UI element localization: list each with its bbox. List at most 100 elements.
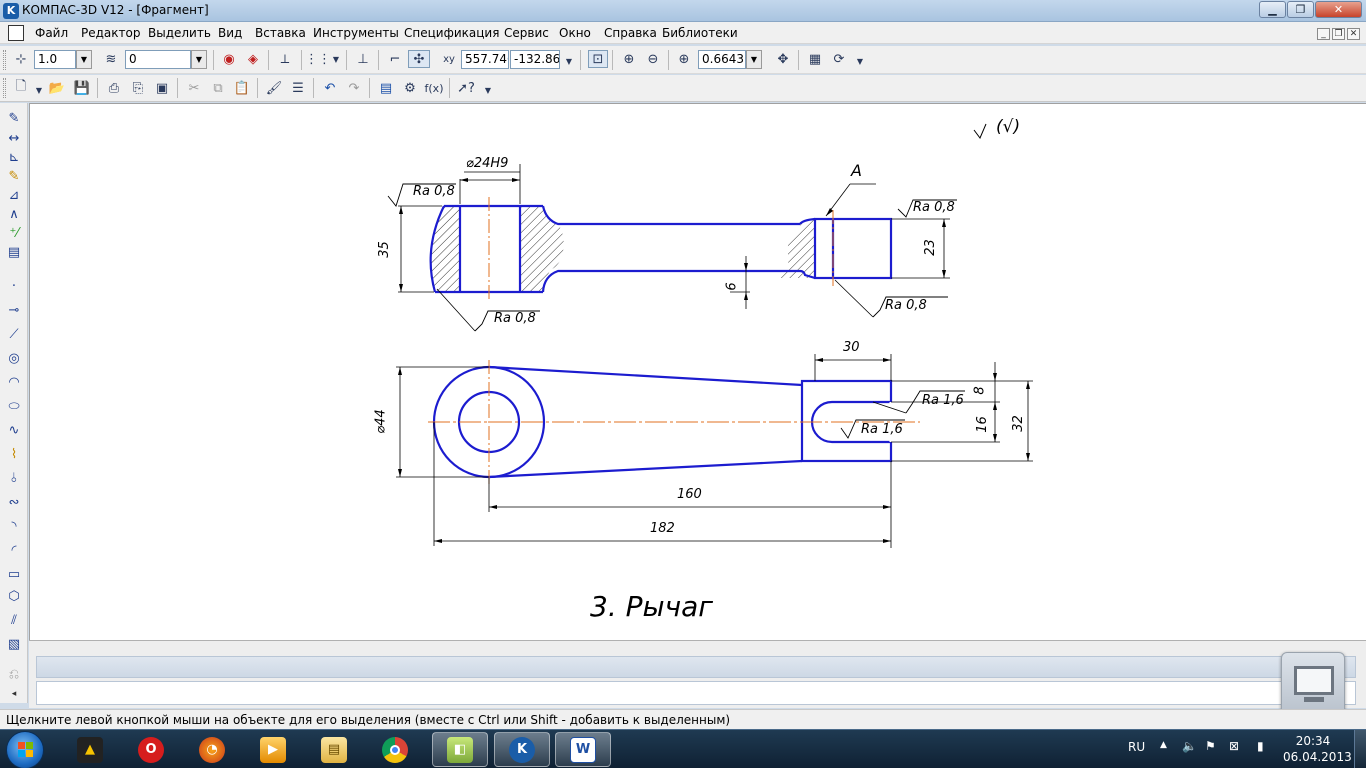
layers-icon[interactable]: ≋ xyxy=(102,50,120,68)
zoom-field[interactable]: 0.6643 xyxy=(698,50,746,69)
step-cursor-icon[interactable]: ⊹ xyxy=(12,50,30,68)
properties-brush-icon[interactable]: 🖌 xyxy=(265,79,283,97)
context-help-icon[interactable]: ➚? xyxy=(457,79,475,97)
paste-icon[interactable]: 📋 xyxy=(233,79,251,97)
ortho-icon[interactable]: ⟂ xyxy=(276,50,294,68)
document-manager-icon[interactable]: ☰ xyxy=(289,79,307,97)
menu-libraries[interactable]: Библиотеки xyxy=(662,26,738,40)
print-preview-icon[interactable]: ⎘ xyxy=(129,79,147,97)
menu-insert[interactable]: Вставка xyxy=(255,26,306,40)
measurements-panel-icon[interactable]: ∧ xyxy=(5,205,23,223)
undo-icon[interactable]: ↶ xyxy=(321,79,339,97)
fillet-icon[interactable]: ◜ xyxy=(5,541,23,559)
chamfer-icon[interactable]: ◝ xyxy=(5,517,23,535)
hatch-icon[interactable]: ▧ xyxy=(5,635,23,653)
save-icon[interactable]: 💾 xyxy=(73,79,91,97)
menu-window[interactable]: Окно xyxy=(559,26,591,40)
panel-scroll-down-icon[interactable]: ◂ xyxy=(5,685,23,703)
taskbar-word[interactable]: W xyxy=(555,732,611,767)
zoom-dropdown[interactable]: ▼ xyxy=(746,50,762,69)
drawing-canvas[interactable]: (√) ⌀24H9 A Ra 0,8 Ra 0,8 Ra 0,8 Ra 0,8 … xyxy=(29,103,1366,640)
editing-panel-icon[interactable]: ✎ xyxy=(5,167,23,185)
refresh-icon[interactable]: ⟳ xyxy=(830,50,848,68)
snap-magnet-icon[interactable]: ◉ xyxy=(220,50,238,68)
menu-view[interactable]: Вид xyxy=(218,26,242,40)
minimize-button[interactable]: ▁ xyxy=(1259,1,1286,18)
menu-tools[interactable]: Инструменты xyxy=(313,26,399,40)
auxiliary-line-icon[interactable]: ⊸ xyxy=(5,301,23,319)
preview-icon[interactable]: ▣ xyxy=(153,79,171,97)
show-desktop-button[interactable] xyxy=(1354,730,1366,768)
system-clock[interactable]: 20:34 06.04.2013 xyxy=(1283,733,1352,765)
polyline-icon[interactable]: ⌇ xyxy=(5,445,23,463)
show-all-icon[interactable]: ▦ xyxy=(806,50,824,68)
taskbar-media-player[interactable]: ▶ xyxy=(245,732,301,767)
cut-icon[interactable]: ✂ xyxy=(185,79,203,97)
maximize-button[interactable]: ❐ xyxy=(1287,1,1314,18)
rectangle-icon[interactable]: ▭ xyxy=(5,565,23,583)
open-folder-icon[interactable]: 📂 xyxy=(48,79,66,97)
collect-contour-icon[interactable]: ⎌ xyxy=(5,665,23,683)
language-indicator[interactable]: RU xyxy=(1128,740,1145,754)
ellipse-icon[interactable]: ⬭ xyxy=(5,397,23,415)
taskbar-file-explorer[interactable]: ▤ xyxy=(306,732,362,767)
ortho-mode-icon[interactable]: ⌐ xyxy=(386,50,404,68)
menu-select[interactable]: Выделить xyxy=(148,26,211,40)
polygon-icon[interactable]: ⬡ xyxy=(5,587,23,605)
start-button[interactable] xyxy=(6,731,44,768)
equidistant-icon[interactable]: ⫽ xyxy=(5,611,23,629)
new-dropdown-icon[interactable]: ▼ xyxy=(30,81,48,99)
application-library-icon[interactable]: ⚙ xyxy=(401,79,419,97)
dimensions-panel-icon[interactable]: ↔ xyxy=(5,129,23,147)
new-document-icon[interactable]: 🗋 xyxy=(12,79,30,97)
redo-icon[interactable]: ↷ xyxy=(345,79,363,97)
menu-specification[interactable]: Спецификация xyxy=(404,26,499,40)
copy-icon[interactable]: ⧉ xyxy=(209,79,227,97)
spec-panel-icon[interactable]: ▤ xyxy=(5,243,23,261)
coord-x-field[interactable]: 557.746 xyxy=(461,50,509,69)
point-icon[interactable]: · xyxy=(5,277,23,295)
grid-dropdown-icon[interactable]: ▼ xyxy=(327,50,345,68)
menu-service[interactable]: Сервис xyxy=(504,26,549,40)
properties-strip[interactable] xyxy=(36,656,1356,678)
nurbs-icon[interactable]: ⫰ xyxy=(5,469,23,487)
zoom-in-icon[interactable]: ⊕ xyxy=(620,50,638,68)
taskbar-kompas[interactable]: K xyxy=(494,732,550,767)
bezier-icon[interactable]: ∾ xyxy=(5,493,23,511)
coord-y-field[interactable]: -132.86 xyxy=(510,50,560,69)
doc-minimize-button[interactable]: _ xyxy=(1317,28,1330,40)
geometry-panel-icon[interactable]: ✎ xyxy=(5,109,23,127)
menu-file[interactable]: Файл xyxy=(35,26,68,40)
parametric-mode-icon[interactable]: ✣ xyxy=(408,50,430,68)
power-icon[interactable]: ▮ xyxy=(1257,739,1264,753)
selection-panel-icon[interactable]: ⁺⁄ xyxy=(5,224,23,242)
parametrization-panel-icon[interactable]: ⊿ xyxy=(5,186,23,204)
zoom-window-icon[interactable]: ⊡ xyxy=(588,50,608,68)
layer-dropdown[interactable]: ▼ xyxy=(191,50,207,69)
designations-panel-icon[interactable]: ⊾ xyxy=(5,148,23,166)
taskbar-opera[interactable]: O xyxy=(123,732,179,767)
local-snap-icon[interactable]: ◈ xyxy=(244,50,262,68)
kompas-app-icon[interactable]: K xyxy=(3,3,19,19)
display-preview-icon[interactable] xyxy=(1281,652,1345,716)
segment-icon[interactable]: ⟋ xyxy=(5,325,23,343)
network-icon[interactable]: ⊠ xyxy=(1229,739,1239,753)
taskbar-chrome[interactable] xyxy=(367,732,423,767)
library-manager-icon[interactable]: ▤ xyxy=(377,79,395,97)
taskbar-autocad[interactable]: ▲ xyxy=(62,732,118,767)
document-icon[interactable] xyxy=(8,25,24,41)
local-cs-icon[interactable]: ⊥ xyxy=(354,50,372,68)
toolbar-grip[interactable] xyxy=(3,78,6,98)
taskbar-firefox[interactable]: ◔ xyxy=(184,732,240,767)
doc-close-button[interactable]: ✕ xyxy=(1347,28,1360,40)
zoom-out-icon[interactable]: ⊖ xyxy=(644,50,662,68)
taskbar-folder[interactable]: ◧ xyxy=(432,732,488,767)
zoom-scale-icon[interactable]: ⊕ xyxy=(675,50,693,68)
properties-content[interactable] xyxy=(36,681,1356,705)
circle-icon[interactable]: ◎ xyxy=(5,349,23,367)
layer-field[interactable]: 0 xyxy=(125,50,191,69)
variables-fx-icon[interactable]: f(x) xyxy=(425,79,444,97)
grid-icon[interactable]: ⋮⋮ xyxy=(305,50,331,68)
close-button[interactable]: ✕ xyxy=(1315,1,1362,18)
toolbar-grip[interactable] xyxy=(3,50,6,70)
